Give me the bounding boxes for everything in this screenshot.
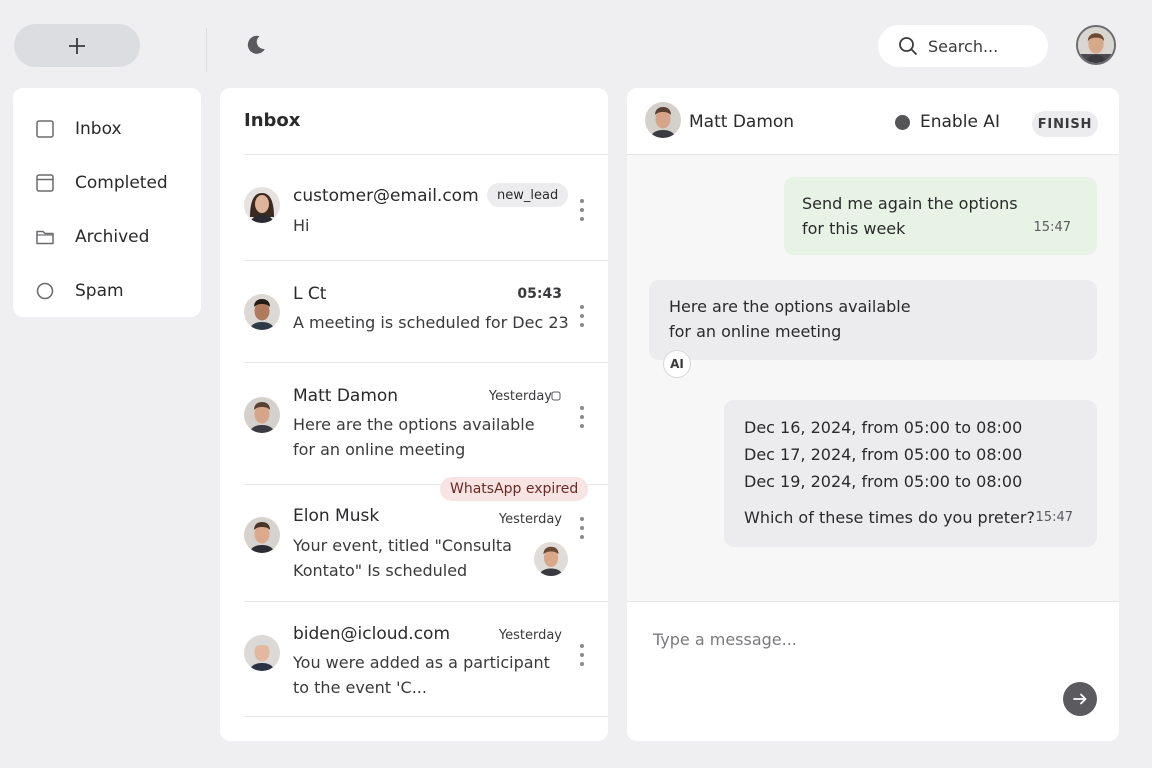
finish-button[interactable]: FINISH [1032,111,1098,137]
assignee-avatar [534,542,568,576]
sidebar-item-label: Inbox [75,119,122,139]
divider [244,362,608,363]
calendar-icon [35,173,55,193]
conversation-snippet-line2: to the event 'C... [293,678,427,697]
arrow-right-icon [1073,693,1087,705]
send-button[interactable] [1063,682,1097,716]
outgoing-message: Dec 16, 2024, from 05:00 to 08:00 Dec 17… [724,400,1097,547]
folder-sidebar: Inbox Completed Archived Spam [13,88,201,317]
chat-header: Matt Damon Enable AI FINISH [627,88,1119,154]
more-options-icon[interactable] [574,517,590,539]
conversation-time: Yesterday [498,628,562,643]
conversation-time: Yesterday [498,512,562,527]
search-icon [899,37,918,56]
sidebar-item-label: Archived [75,227,150,247]
sidebar-item-spam[interactable]: Spam [13,264,201,318]
sidebar-item-inbox[interactable]: Inbox [13,102,201,156]
conversation-snippet: Hi [293,216,310,235]
read-receipt-icon [551,391,561,401]
avatar [244,294,280,330]
conversation-name: biden@icloud.com [293,624,451,644]
sidebar-item-label: Completed [75,173,168,193]
conversation-item[interactable]: Matt Damon Yesterday Here are the option… [244,386,590,462]
conversation-snippet: Here are the options available [293,415,535,434]
conversation-list: Inbox customer@email.com new_lead Hi L C… [220,88,608,741]
option-line: Dec 17, 2024, from 05:00 to 08:00 [744,445,1023,464]
conversation-item[interactable]: customer@email.com new_lead Hi [244,183,590,244]
new-conversation-button[interactable] [14,24,140,67]
outgoing-message: Send me again the options for this week … [784,177,1097,255]
search-box[interactable]: Search... [878,25,1048,67]
message-time: 15:47 [1033,220,1071,235]
chat-panel: Matt Damon Enable AI FINISH Send me agai… [627,88,1119,741]
sidebar-item-archived[interactable]: Archived [13,210,201,264]
enable-ai-toggle[interactable]: Enable AI [895,112,1000,132]
conversation-item[interactable]: biden@icloud.com Yesterday You were adde… [244,624,590,700]
status-badge: new_lead [487,183,569,207]
contact-name: Matt Damon [689,112,795,132]
toolbar-divider [206,28,207,72]
circle-icon [35,281,55,301]
avatar [244,635,280,671]
message-text-line2: for an online meeting [669,322,842,341]
more-options-icon[interactable] [574,644,590,666]
conversation-item[interactable]: L Ct 05:43 A meeting is scheduled for De… [244,284,590,344]
expired-badge: WhatsApp expired [440,477,589,501]
message-input[interactable] [653,626,1033,652]
plus-icon [69,37,85,54]
divider [627,601,1119,602]
conversation-snippet: Your event, titled "Consulta [293,536,512,555]
divider [244,260,608,261]
conversation-snippet: You were added as a participant [293,653,550,672]
divider [244,154,608,155]
avatar [244,187,280,223]
incoming-message: Here are the options available for an on… [649,280,1097,360]
avatar [244,397,280,433]
moon-icon [247,35,265,54]
square-checkbox-icon [35,119,55,139]
toggle-indicator [895,114,910,130]
folder-icon [35,227,55,247]
option-line: Dec 16, 2024, from 05:00 to 08:00 [744,418,1023,437]
message-time: 15:47 [1035,510,1073,525]
divider [244,716,608,717]
conversation-item[interactable]: Elon Musk Yesterday Your event, titled "… [244,506,590,586]
option-line: Dec 19, 2024, from 05:00 to 08:00 [744,472,1023,491]
conversation-name: L Ct [293,284,327,304]
sidebar-item-completed[interactable]: Completed [13,156,201,210]
divider [244,601,608,602]
enable-ai-label: Enable AI [920,112,1000,132]
avatar [244,517,280,553]
conversation-name: Matt Damon [293,386,399,406]
message-text: Send me again the options [802,194,1018,213]
message-thread: Send me again the options for this week … [627,155,1119,601]
contact-avatar[interactable] [645,102,681,138]
message-text: Here are the options available [669,297,911,316]
ai-badge: AI [663,350,691,378]
conversation-name: customer@email.com [293,186,479,206]
conversation-name: Elon Musk [293,506,380,526]
search-placeholder: Search... [928,36,999,56]
conversation-time: 05:43 [517,286,562,302]
conversation-snippet: A meeting is scheduled for Dec 23 [293,313,569,332]
conversation-time: Yesterday [488,389,552,404]
theme-toggle-button[interactable] [244,33,268,57]
conversation-snippet-line2: Kontato" Is scheduled [293,561,468,580]
inbox-title: Inbox [244,110,301,131]
more-options-icon[interactable] [574,305,590,327]
user-avatar[interactable] [1076,25,1116,65]
message-question: Which of these times do you preter? [744,508,1035,527]
more-options-icon[interactable] [574,406,590,428]
more-options-icon[interactable] [574,199,590,221]
sidebar-item-label: Spam [75,281,124,301]
conversation-snippet-line2: for an online meeting [293,440,466,459]
